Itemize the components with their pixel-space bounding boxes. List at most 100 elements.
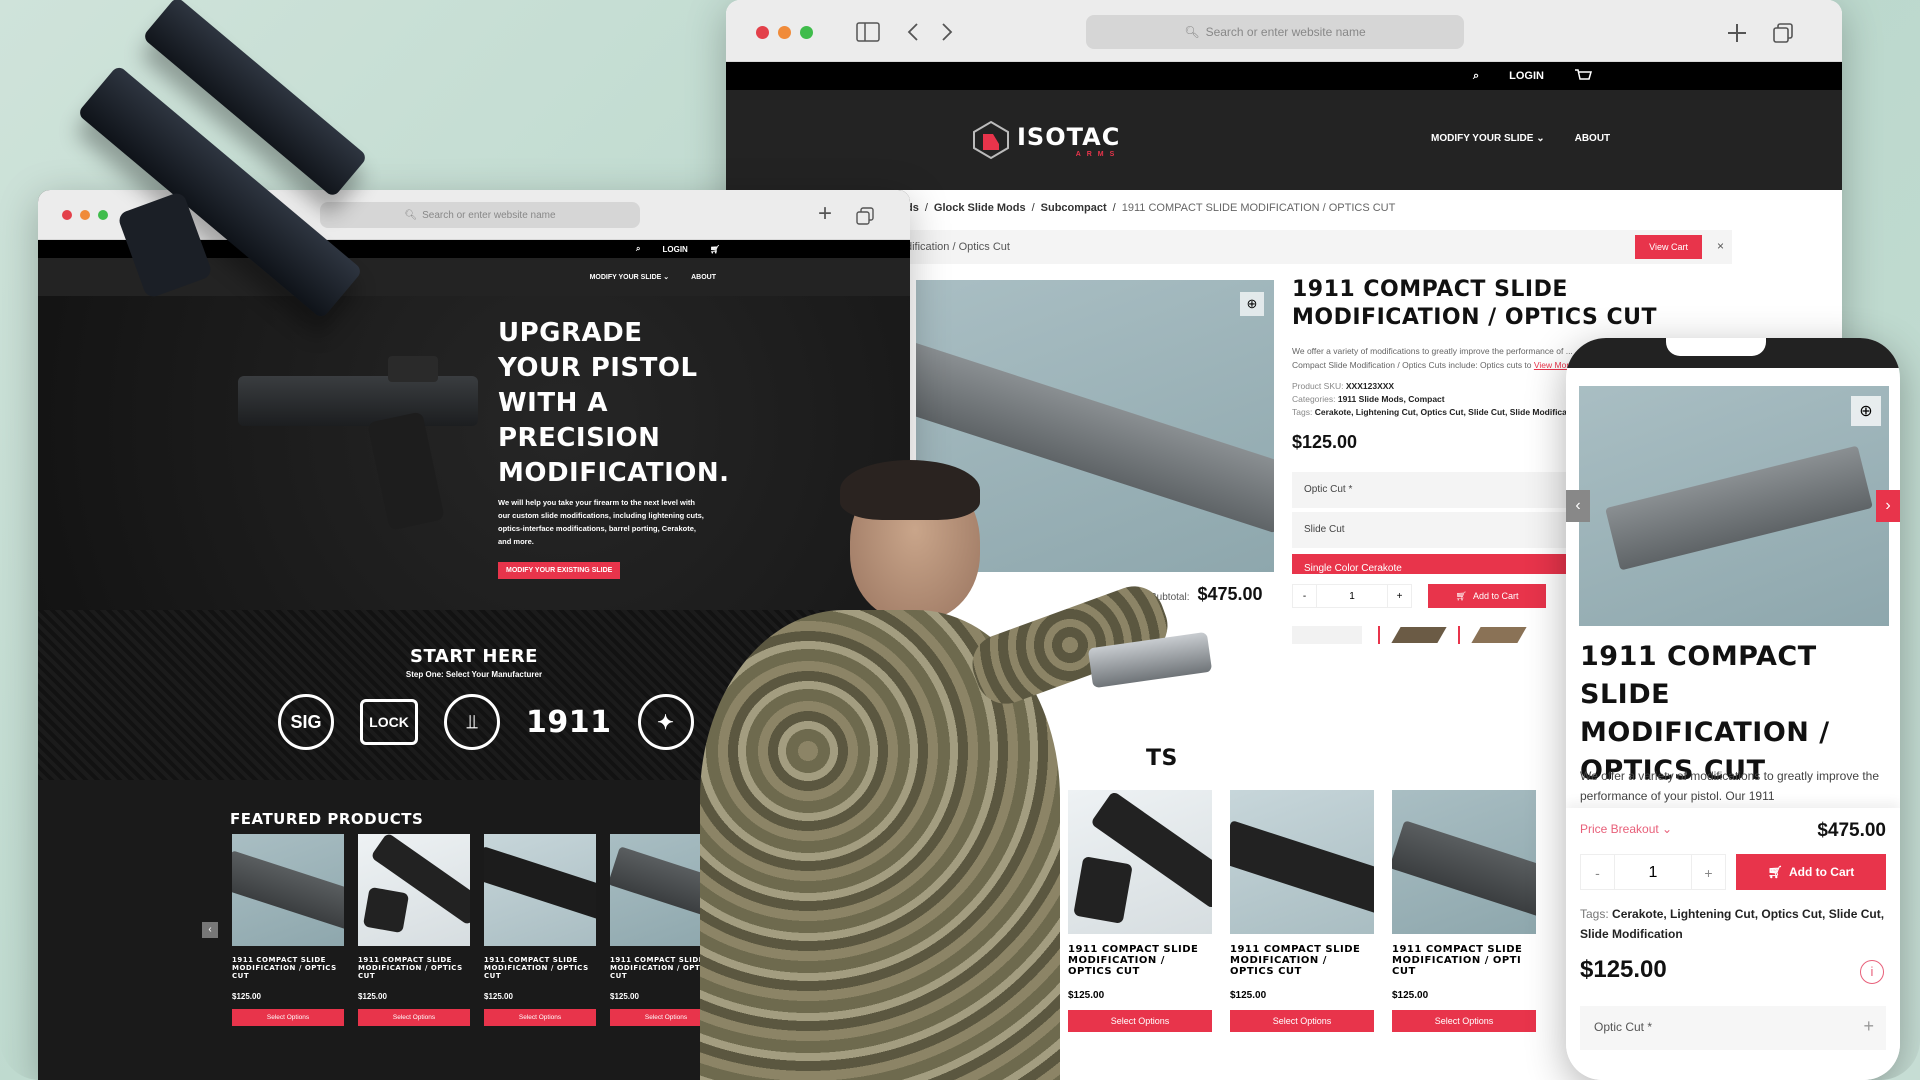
login-link[interactable]: LOGIN: [1509, 70, 1544, 82]
carousel-prev-button[interactable]: ‹: [202, 922, 218, 938]
maximize-window-button[interactable]: [98, 210, 108, 220]
site-topbar: ⌕ LOGIN 🛒︎: [38, 240, 910, 258]
featured-products: 1911 COMPACT SLIDE MODIFICATION / OPTICS…: [232, 834, 722, 1026]
nav-about[interactable]: ABOUT: [1575, 133, 1611, 144]
hero-cta-button[interactable]: MODIFY YOUR EXISTING SLIDE: [498, 562, 621, 579]
composite-frame: 🔍︎ Search or enter website name ⌕ LOGIN …: [0, 0, 1920, 1080]
nav-about[interactable]: ABOUT: [691, 274, 716, 281]
close-window-button[interactable]: [756, 26, 769, 39]
swatch-tan[interactable]: [1471, 627, 1527, 643]
select-options-button[interactable]: Select Options: [1392, 1010, 1536, 1032]
select-options-button[interactable]: Select Options: [906, 1010, 1050, 1032]
phone-notch-bar: [1566, 338, 1900, 368]
product-card[interactable]: 1911 COMPACT SLIDE MODIFICATION / OPTICS…: [232, 834, 344, 1026]
swatch-none[interactable]: [1292, 626, 1362, 644]
nav-modify-your-slide[interactable]: MODIFY YOUR SLIDE ⌄: [590, 273, 670, 281]
hero-title: UPGRADE YOUR PISTOL WITH A PRECISION MOD…: [498, 318, 730, 488]
manufacturer-glock[interactable]: LOCK: [360, 699, 418, 745]
site-search-icon[interactable]: ⌕: [1473, 70, 1479, 83]
mobile-product-image[interactable]: ⊕: [1579, 386, 1889, 626]
product-card[interactable]: 1911 COMPACT SLIDE MODIFICATION / OPTICS…: [484, 834, 596, 1026]
new-tab-icon[interactable]: [1726, 22, 1748, 44]
product-tags: Cerakote, Lightening Cut, Optics Cut, Sl…: [1314, 407, 1582, 417]
new-tab-icon[interactable]: +: [818, 200, 832, 228]
option-cerakote[interactable]: Single Color Cerakote: [1292, 554, 1592, 574]
option-slide-cut[interactable]: Slide Cut: [1292, 512, 1592, 548]
select-options-button[interactable]: Select Options: [484, 1009, 596, 1026]
brand-logo[interactable]: ISOTAC ARMS: [971, 120, 1120, 160]
select-options-button[interactable]: Select Options: [1230, 1010, 1374, 1032]
address-bar[interactable]: 🔍︎ Search or enter website name: [320, 202, 640, 228]
address-bar[interactable]: 🔍︎ Search or enter website name: [1086, 15, 1464, 49]
product-card[interactable]: 1911 COMPACT SLIDE MODIFICATION / OPTICS…: [610, 834, 722, 1026]
qty-input[interactable]: 1: [1615, 855, 1691, 889]
minimize-window-button[interactable]: [778, 26, 791, 39]
zoom-image-icon[interactable]: ⊕: [1851, 396, 1881, 426]
breadcrumb-item[interactable]: Subcompact: [1041, 202, 1107, 214]
tabs-overview-icon[interactable]: [856, 207, 874, 225]
qty-plus-button[interactable]: +: [1387, 585, 1411, 607]
featured-section: FEATURED PRODUCTS ‹ 1911 COMPACT SLIDE M…: [38, 780, 910, 1080]
select-options-button[interactable]: Select Options: [232, 1009, 344, 1026]
mobile-option-optic-cut[interactable]: Optic Cut * +: [1580, 1006, 1886, 1050]
info-icon[interactable]: i: [1860, 960, 1884, 984]
view-cart-button[interactable]: View Cart: [1635, 235, 1702, 259]
mobile-product-description: We offer a variety of modifications to g…: [1580, 769, 1880, 803]
manufacturer-smith-wesson[interactable]: ✦: [637, 694, 694, 750]
logo-icon: [973, 120, 1009, 160]
hero-pistol-image: [238, 356, 478, 531]
qty-plus-button[interactable]: +: [1691, 855, 1725, 889]
back-icon[interactable]: [906, 22, 920, 42]
breadcrumb-item[interactable]: Glock Slide Mods: [934, 202, 1026, 214]
site-search-icon[interactable]: ⌕: [636, 244, 640, 254]
mobile-device: ⊕ ‹ › 1911 COMPACT SLIDE MODIFICATION / …: [1566, 338, 1900, 1080]
zoom-image-icon[interactable]: ⊕: [1240, 292, 1264, 316]
cart-icon[interactable]: [1574, 69, 1592, 83]
hero-text: We will help you take your firearm to th…: [498, 498, 704, 546]
product-main-image[interactable]: ⊕: [916, 280, 1274, 572]
product-card[interactable]: 1911 COMPACT SLIDE MODIFICATION / OPTICS…: [1068, 790, 1212, 1032]
select-options-button[interactable]: Select Options: [610, 1009, 722, 1026]
close-window-button[interactable]: [62, 210, 72, 220]
maximize-window-button[interactable]: [800, 26, 813, 39]
qty-input[interactable]: 1: [1317, 585, 1387, 607]
expand-option-icon[interactable]: +: [1863, 1016, 1874, 1037]
close-notice-button[interactable]: ×: [1717, 239, 1724, 253]
browser-chrome: 🔍︎ Search or enter website name: [726, 0, 1842, 62]
swatch-bronze[interactable]: [1391, 627, 1447, 643]
hero-section: UPGRADE YOUR PISTOL WITH A PRECISION MOD…: [38, 296, 910, 610]
product-card[interactable]: SLIDE / OPTICS Select Options: [906, 790, 1050, 1032]
site-navbar: MODIFY YOUR SLIDE ⌄ ABOUT: [38, 258, 910, 296]
nav-modify-your-slide[interactable]: MODIFY YOUR SLIDE ⌄: [1431, 133, 1545, 144]
tabs-overview-icon[interactable]: [1772, 22, 1794, 44]
mobile-add-to-cart-button[interactable]: 🛒︎ Add to Cart: [1736, 854, 1886, 890]
product-card[interactable]: 1911 COMPACT SLIDE MODIFICATION / OPTI C…: [1392, 790, 1536, 1032]
carousel-prev-button[interactable]: ‹: [1566, 490, 1590, 522]
product-card[interactable]: 1911 COMPACT SLIDE MODIFICATION / OPTICS…: [1230, 790, 1374, 1032]
main-nav: MODIFY YOUR SLIDE ⌄ ABOUT: [1431, 133, 1610, 144]
minimize-window-button[interactable]: [80, 210, 90, 220]
product-card[interactable]: 1911 COMPACT SLIDE MODIFICATION / OPTICS…: [358, 834, 470, 1026]
sidebar-toggle-icon[interactable]: [856, 22, 880, 42]
login-link[interactable]: LOGIN: [663, 245, 688, 254]
carousel-next-button[interactable]: ›: [1876, 490, 1900, 522]
related-products-title: TS: [1146, 746, 1178, 771]
option-optic-cut[interactable]: Optic Cut *: [1292, 472, 1592, 508]
qty-minus-button[interactable]: -: [1581, 855, 1615, 889]
add-to-cart-button[interactable]: 🛒︎ Add to Cart: [1428, 584, 1546, 608]
cart-icon[interactable]: 🛒︎: [710, 245, 720, 254]
subtotal-label: Subtotal:: [1150, 592, 1190, 603]
start-here-title: START HERE: [410, 646, 538, 667]
product-categories: 1911 Slide Mods, Compact: [1337, 394, 1445, 404]
forward-icon[interactable]: [940, 22, 954, 42]
manufacturer-sig[interactable]: SIG: [278, 694, 334, 750]
select-options-button[interactable]: Select Options: [1068, 1010, 1212, 1032]
select-options-button[interactable]: Select Options: [358, 1009, 470, 1026]
manufacturer-beretta[interactable]: ⫫: [444, 694, 500, 750]
product-title: 1911 COMPACT SLIDE MODIFICATION / OPTICS…: [1292, 277, 1657, 330]
qty-minus-button[interactable]: -: [1293, 585, 1317, 607]
brand-name: ISOTAC: [1017, 122, 1121, 151]
manufacturer-1911[interactable]: 1911: [526, 705, 612, 740]
address-placeholder: Search or enter website name: [1205, 25, 1366, 39]
price-breakout-toggle[interactable]: Price Breakout ⌄: [1580, 822, 1672, 836]
